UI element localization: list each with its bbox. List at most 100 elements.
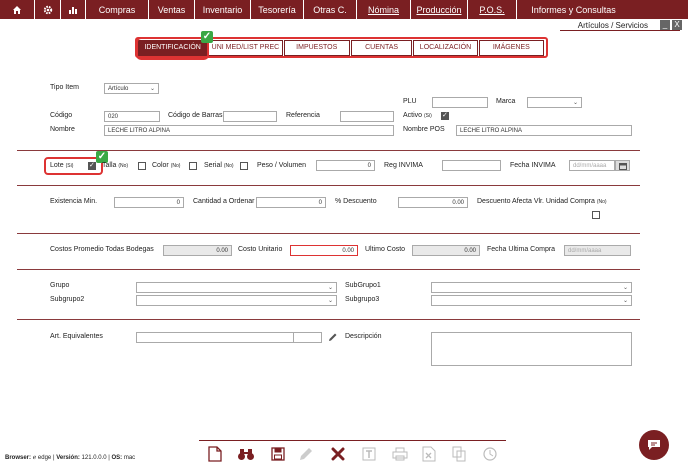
section-divider bbox=[17, 150, 640, 151]
color-checkbox[interactable] bbox=[189, 162, 197, 170]
os-label: OS: bbox=[111, 455, 123, 461]
descuento-input[interactable]: 0.00 bbox=[398, 197, 468, 208]
tipo-item-label: Tipo Item bbox=[50, 84, 79, 91]
tipo-item-value: Artículo bbox=[108, 85, 129, 92]
copy-icon[interactable] bbox=[451, 446, 467, 462]
highlight-ring bbox=[136, 37, 209, 60]
grupo-select[interactable]: ⌄ bbox=[136, 282, 337, 293]
nav-inventario[interactable]: Inventario bbox=[195, 0, 251, 19]
nav-compras[interactable]: Compras bbox=[86, 0, 149, 19]
nombre-pos-input[interactable]: LECHE LITRO ALPINA bbox=[456, 125, 632, 136]
costo-unit-label: Costo Unitario bbox=[238, 246, 283, 253]
tab-localizacion[interactable]: LOCALIZACIÓN bbox=[413, 39, 478, 56]
desc-afecta-label-text: Descuento Afecta Vlr. Unidad Compra bbox=[477, 198, 595, 205]
chevron-down-icon: ⌄ bbox=[622, 298, 628, 304]
costos-label: Costos Promedio Todas Bodegas bbox=[50, 246, 154, 253]
art-equiv-label: Art. Equivalentes bbox=[50, 333, 103, 340]
color-label: Color (No) bbox=[152, 162, 180, 169]
codigo-barras-input[interactable] bbox=[223, 111, 277, 122]
edit-icon[interactable] bbox=[298, 446, 314, 462]
reg-invima-label: Reg INVIMA bbox=[384, 162, 423, 169]
home-icon[interactable] bbox=[0, 0, 35, 19]
browser-value: edge bbox=[37, 455, 52, 461]
pencil-icon[interactable] bbox=[327, 332, 339, 344]
activo-checkbox[interactable] bbox=[441, 111, 449, 120]
fecha-invima-input[interactable]: dd/mm/aaaa bbox=[569, 160, 615, 171]
gear-icon[interactable] bbox=[35, 0, 61, 19]
subgrupo1-select[interactable]: ⌄ bbox=[431, 282, 632, 293]
marca-select[interactable]: ⌄ bbox=[527, 97, 582, 108]
costo-unit-input[interactable]: 0.00 bbox=[290, 245, 358, 256]
nav-tesoreria[interactable]: Tesorería bbox=[251, 0, 304, 19]
version-label: Versión: bbox=[56, 455, 80, 461]
section-divider bbox=[17, 185, 640, 186]
chevron-down-icon: ⌄ bbox=[327, 298, 333, 304]
nav-otras[interactable]: Otras C. bbox=[304, 0, 357, 19]
serial-label: Serial (No) bbox=[204, 162, 234, 169]
art-equiv-input-2[interactable] bbox=[293, 332, 322, 343]
subgrupo2-select[interactable]: ⌄ bbox=[136, 295, 337, 306]
tab-uni-med[interactable]: UNI MED/LIST PREC bbox=[208, 39, 283, 56]
subgrupo3-select[interactable]: ⌄ bbox=[431, 295, 632, 306]
descripcion-label: Descripción bbox=[345, 333, 382, 340]
version-value: 121.0.0.0 bbox=[81, 455, 107, 461]
costos-input: 0.00 bbox=[163, 245, 232, 256]
grupo-label: Grupo bbox=[50, 282, 70, 289]
excel-icon[interactable] bbox=[421, 446, 437, 462]
nombre-label: Nombre bbox=[50, 126, 75, 133]
chevron-down-icon: ⌄ bbox=[622, 285, 628, 291]
descuento-label: % Descuento bbox=[335, 198, 377, 205]
serial-checkbox[interactable] bbox=[240, 162, 248, 170]
browser-label: Browser: bbox=[5, 455, 32, 461]
reg-invima-input[interactable] bbox=[442, 160, 501, 171]
text-icon[interactable] bbox=[361, 446, 377, 462]
tab-imagenes[interactable]: IMÁGENES bbox=[478, 39, 544, 56]
nav-ventas[interactable]: Ventas bbox=[149, 0, 195, 19]
talla-label-text: Talla bbox=[102, 162, 117, 169]
minimize-button[interactable]: _ bbox=[660, 20, 670, 30]
delete-icon[interactable] bbox=[330, 446, 346, 462]
desc-afecta-checkbox[interactable] bbox=[592, 211, 600, 219]
window-title: Artículos / Servicios bbox=[577, 20, 648, 30]
art-equiv-input[interactable] bbox=[136, 332, 294, 343]
activo-label: Activo (Si) bbox=[403, 112, 432, 119]
chevron-down-icon: ⌄ bbox=[327, 285, 333, 291]
referencia-input[interactable] bbox=[340, 111, 394, 122]
tab-impuestos[interactable]: IMPUESTOS bbox=[283, 39, 350, 56]
talla-checkbox[interactable] bbox=[138, 162, 146, 170]
nav-informes[interactable]: Informes y Consultas bbox=[517, 0, 630, 19]
referencia-label: Referencia bbox=[286, 112, 320, 119]
chat-icon[interactable] bbox=[639, 430, 669, 460]
title-underline bbox=[560, 30, 680, 31]
tab-cuentas[interactable]: CUENTAS bbox=[350, 39, 413, 56]
new-document-icon[interactable] bbox=[207, 446, 223, 462]
save-icon[interactable] bbox=[270, 446, 286, 462]
nombre-input[interactable]: LECHE LITRO ALPINA bbox=[104, 125, 394, 136]
cantidad-label: Cantidad a Ordenar bbox=[193, 198, 255, 205]
fecha-ult-label: Fecha Ultima Compra bbox=[487, 246, 556, 253]
tipo-item-select[interactable]: Artículo ⌄ bbox=[104, 83, 159, 94]
calendar-icon[interactable] bbox=[615, 160, 630, 171]
edge-icon: ℯ bbox=[32, 455, 37, 461]
color-hint: (No) bbox=[170, 163, 181, 169]
cantidad-input[interactable]: 0 bbox=[256, 197, 326, 208]
plu-input[interactable] bbox=[432, 97, 488, 108]
chevron-down-icon: ⌄ bbox=[572, 100, 578, 106]
existencia-input[interactable]: 0 bbox=[114, 197, 184, 208]
close-button[interactable]: X bbox=[672, 20, 682, 30]
nav-nomina[interactable]: Nómina bbox=[357, 0, 411, 19]
descripcion-textarea[interactable] bbox=[431, 332, 632, 366]
peso-input[interactable]: 0 bbox=[316, 160, 375, 171]
codigo-label: Código bbox=[50, 112, 73, 119]
nav-produccion[interactable]: Producción bbox=[411, 0, 468, 19]
subgrupo3-label: Subgrupo3 bbox=[345, 296, 380, 303]
binoculars-icon[interactable] bbox=[236, 446, 256, 462]
nav-pos[interactable]: P.O.S. bbox=[468, 0, 517, 19]
marca-label: Marca bbox=[496, 98, 516, 105]
bar-chart-icon[interactable] bbox=[61, 0, 86, 19]
print-icon[interactable] bbox=[392, 446, 408, 462]
history-icon[interactable] bbox=[482, 446, 498, 462]
codigo-input[interactable]: 020 bbox=[104, 111, 160, 122]
existencia-label: Existencia Min. bbox=[50, 198, 98, 205]
subgrupo2-label: Subgrupo2 bbox=[50, 296, 85, 303]
